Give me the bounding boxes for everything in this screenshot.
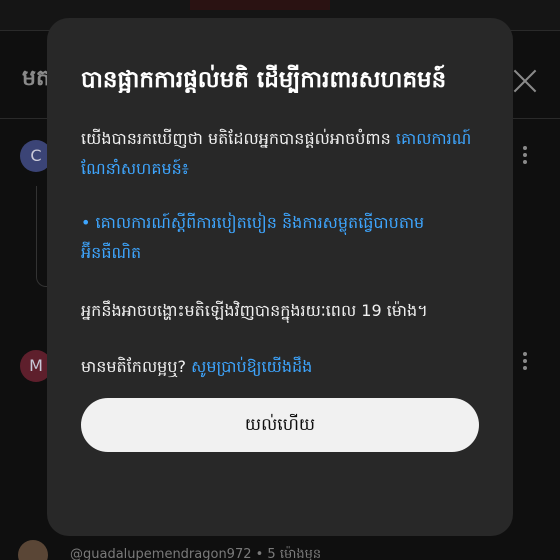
dialog-title: បានផ្អាកការផ្ដល់មតិ ដើម្បីការពារសហគមន៍ — [81, 67, 447, 93]
more-options-icon[interactable] — [522, 352, 528, 370]
comment-paused-dialog: បានផ្អាកការផ្ដល់មតិ ដើម្បីការពារសហគមន៍ យ… — [47, 18, 513, 536]
video-thumbnail-strip — [190, 0, 330, 10]
intro-text: យើងបានរកឃើញថា មតិដែលអ្នកបានផ្ដល់អាចបំពាន — [81, 129, 391, 148]
got-it-button[interactable]: យល់ហើយ — [81, 398, 479, 452]
feedback-line: មានមតិកែលម្អឬ? សូមប្រាប់ឱ្យយើងដឹង — [81, 352, 479, 382]
harassment-policy-link[interactable]: • គោលការណ៍ស្ដីពីការបៀតបៀន និងការសម្លុតធ្… — [81, 208, 479, 268]
intro-suffix: ៖ — [181, 159, 189, 178]
comments-panel-title: មត — [22, 66, 50, 91]
comments-page: មត C M @guadalupemendragon972 • 5 ម៉ោងមុ… — [0, 0, 560, 560]
timeout-message: អ្នកនឹងអាចបង្ហោះមតិឡើងវិញបានក្នុងរយៈពេល … — [81, 301, 428, 320]
feedback-link[interactable]: សូមប្រាប់ឱ្យយើងដឹង — [191, 357, 312, 376]
feedback-text: មានមតិកែលម្អឬ? — [81, 357, 186, 376]
close-icon[interactable] — [512, 68, 538, 94]
comment-author: @guadalupemendragon972 • 5 ម៉ោងមុន — [70, 547, 322, 560]
more-options-icon[interactable] — [522, 146, 528, 164]
avatar[interactable] — [18, 540, 48, 560]
dialog-intro: យើងបានរកឃើញថា មតិដែលអ្នកបានផ្ដល់អាចបំពាន… — [81, 124, 479, 184]
